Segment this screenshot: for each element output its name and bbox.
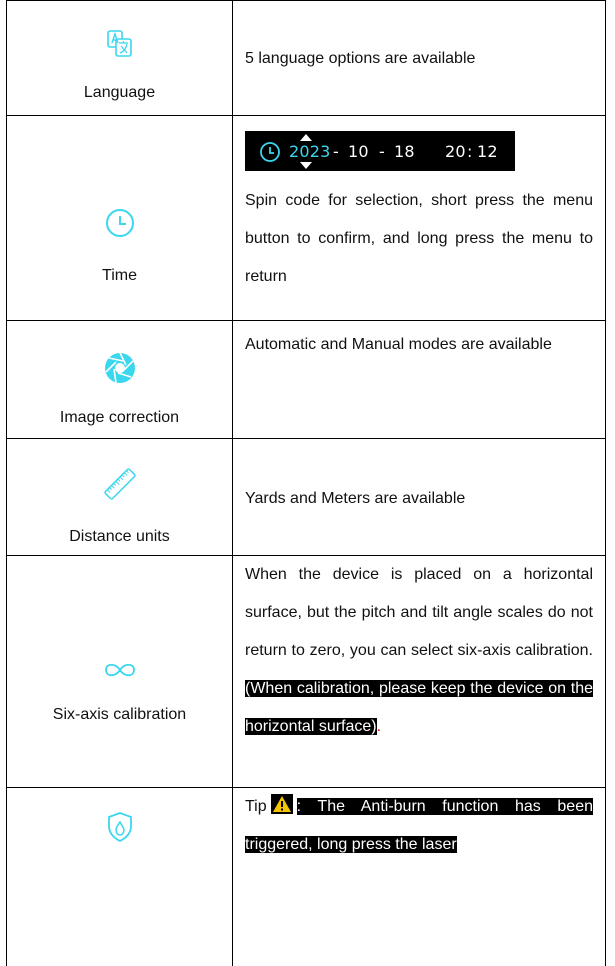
table-row-anti-burn: Tip: The Anti-burn function has been tri… [6,787,606,966]
time-year: 2023 [289,142,331,161]
ruler-icon [103,468,136,500]
calibration-note: (When calibration, please keep the devic… [245,680,593,735]
row-description: When the device is placed on a horizonta… [245,556,593,746]
row-label-cell: Six-axis calibration [7,556,233,787]
time-colon: : [467,142,473,161]
row-label-cell: Time [7,116,233,320]
time-hour: 20 [445,142,466,161]
tip-label: Tip [245,798,267,815]
row-description-cell: Automatic and Manual modes are available [233,321,605,438]
language-icon [106,30,132,57]
row-description-cell: 5 language options are available [233,1,605,115]
table-row-language: Language 5 language options are availabl… [6,0,606,115]
time-separator: - [333,142,339,161]
arrow-up-icon [300,134,312,141]
shield-flame-icon [107,812,132,842]
table-row-image-correction: Image correction Automatic and Manual mo… [6,320,606,438]
row-label: Language [83,84,156,101]
time-minute: 12 [477,142,498,161]
table-row-distance-units: Distance units Yards and Meters are avai… [6,438,606,555]
table-row-time: Time 2023 - 10 - 18 20 : 12 Spin code fo… [6,115,606,320]
row-description: Tip: The Anti-burn function has been tri… [245,788,593,864]
row-label-cell: Language [7,1,233,115]
calibration-note-end: . [376,718,382,735]
row-description-cell: Yards and Meters are available [233,439,605,555]
row-description: Yards and Meters are available [245,490,466,507]
row-label: Six-axis calibration [52,706,187,723]
infinity-icon [104,663,135,677]
row-label: Time [102,267,137,284]
table-row-six-axis-calibration: Six-axis calibration When the device is … [6,555,606,787]
warning-icon [270,794,293,814]
row-description-text: When the device is placed on a horizonta… [245,566,593,659]
clock-icon [260,142,280,162]
time-month: 10 [348,142,369,161]
row-description-cell: When the device is placed on a horizonta… [233,556,605,787]
row-description: 5 language options are available [245,50,476,67]
row-description: Spin code for selection, short press the… [245,192,593,285]
row-label-cell: Image correction [7,321,233,438]
time-day: 18 [394,142,415,161]
row-label: Image correction [59,409,180,426]
tip-text: : The Anti-burn function has been trigge… [245,798,593,853]
row-description-cell: Tip: The Anti-burn function has been tri… [233,788,605,966]
settings-table: Language 5 language options are availabl… [6,0,606,966]
time-display: 2023 - 10 - 18 20 : 12 [245,131,515,171]
time-separator: - [379,142,385,161]
row-label-cell: Distance units [7,439,233,555]
clock-icon [105,209,134,237]
row-description: Automatic and Manual modes are available [245,336,552,353]
row-label-cell [7,788,233,966]
row-label: Distance units [69,528,170,545]
shutter-icon [104,352,135,384]
arrow-down-icon [300,162,312,169]
row-description-cell: 2023 - 10 - 18 20 : 12 Spin code for sel… [233,116,605,320]
